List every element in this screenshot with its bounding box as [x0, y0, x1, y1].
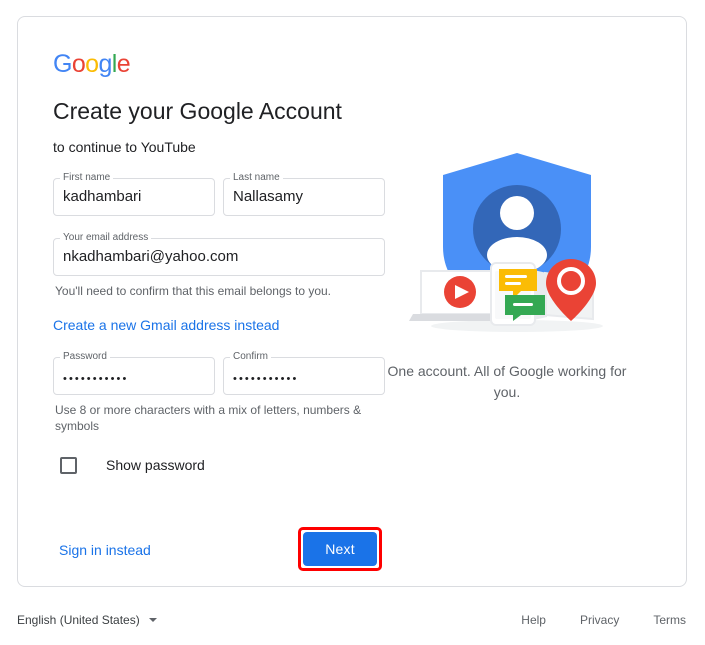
password-field[interactable]: Password •••••••••••	[53, 351, 215, 395]
confirm-password-field[interactable]: Confirm •••••••••••	[223, 351, 385, 395]
illustration-column: One account. All of Google working for y…	[385, 51, 658, 586]
last-name-label: Last name	[230, 172, 283, 184]
name-row: First name kadhambari Last name Nallasam…	[53, 172, 385, 216]
avatar-head	[500, 196, 534, 230]
chevron-down-icon	[148, 618, 157, 622]
show-password-row[interactable]: Show password	[60, 456, 385, 474]
first-name-field[interactable]: First name kadhambari	[53, 172, 215, 216]
page-subtitle: to continue to YouTube	[53, 139, 196, 155]
language-selector[interactable]: English (United States)	[17, 613, 157, 627]
footer-links: Help Privacy Terms	[521, 613, 686, 627]
bubble-line-1	[505, 275, 527, 278]
sign-in-instead-link[interactable]: Sign in instead	[59, 541, 151, 559]
footer-link-help[interactable]: Help	[521, 613, 546, 627]
logo-letter-g1: G	[53, 50, 72, 78]
password-row: Password ••••••••••• Confirm •••••••••••	[53, 351, 385, 395]
email-row: Your email address nkadhambari@yahoo.com	[53, 232, 385, 276]
next-button-highlight: Next	[298, 527, 382, 571]
account-illustration	[409, 153, 603, 332]
language-label: English (United States)	[17, 613, 140, 627]
first-name-input[interactable]: kadhambari	[63, 187, 207, 207]
email-label: Your email address	[60, 232, 152, 244]
password-input[interactable]: •••••••••••	[63, 369, 207, 389]
page-footer: English (United States) Help Privacy Ter…	[17, 605, 688, 635]
password-label: Password	[60, 351, 110, 363]
confirm-password-label: Confirm	[230, 351, 272, 363]
logo-letter-g2: g	[98, 50, 112, 78]
logo-letter-o1: o	[71, 50, 86, 78]
password-helper-text: Use 8 or more characters with a mix of l…	[55, 403, 362, 433]
logo-letter-o2: o	[85, 50, 99, 78]
logo-letter-e: e	[116, 50, 131, 78]
confirm-password-input[interactable]: •••••••••••	[233, 369, 377, 389]
create-gmail-link[interactable]: Create a new Gmail address instead	[53, 316, 279, 334]
action-row: Sign in instead Next	[53, 527, 385, 571]
email-field[interactable]: Your email address nkadhambari@yahoo.com	[53, 232, 385, 276]
footer-link-terms[interactable]: Terms	[653, 613, 686, 627]
form-column: Google Create your Google Account to con…	[53, 51, 385, 586]
first-name-label: First name	[60, 172, 114, 184]
last-name-field[interactable]: Last name Nallasamy	[223, 172, 385, 216]
bubble-line-2	[505, 282, 521, 285]
footer-link-privacy[interactable]: Privacy	[580, 613, 619, 627]
bubble-line-3	[513, 303, 533, 306]
signup-card: Google Create your Google Account to con…	[17, 16, 687, 587]
email-helper-text: You'll need to confirm that this email b…	[55, 284, 332, 298]
last-name-input[interactable]: Nallasamy	[233, 187, 377, 207]
show-password-label: Show password	[106, 457, 205, 473]
card-content: Google Create your Google Account to con…	[53, 51, 658, 586]
email-input[interactable]: nkadhambari@yahoo.com	[63, 247, 377, 267]
illustration-caption: One account. All of Google working for y…	[387, 363, 627, 400]
google-logo: Google	[53, 51, 385, 77]
show-password-checkbox[interactable]	[60, 456, 77, 474]
next-button[interactable]: Next	[303, 532, 377, 566]
page-title: Create your Google Account	[53, 98, 342, 124]
